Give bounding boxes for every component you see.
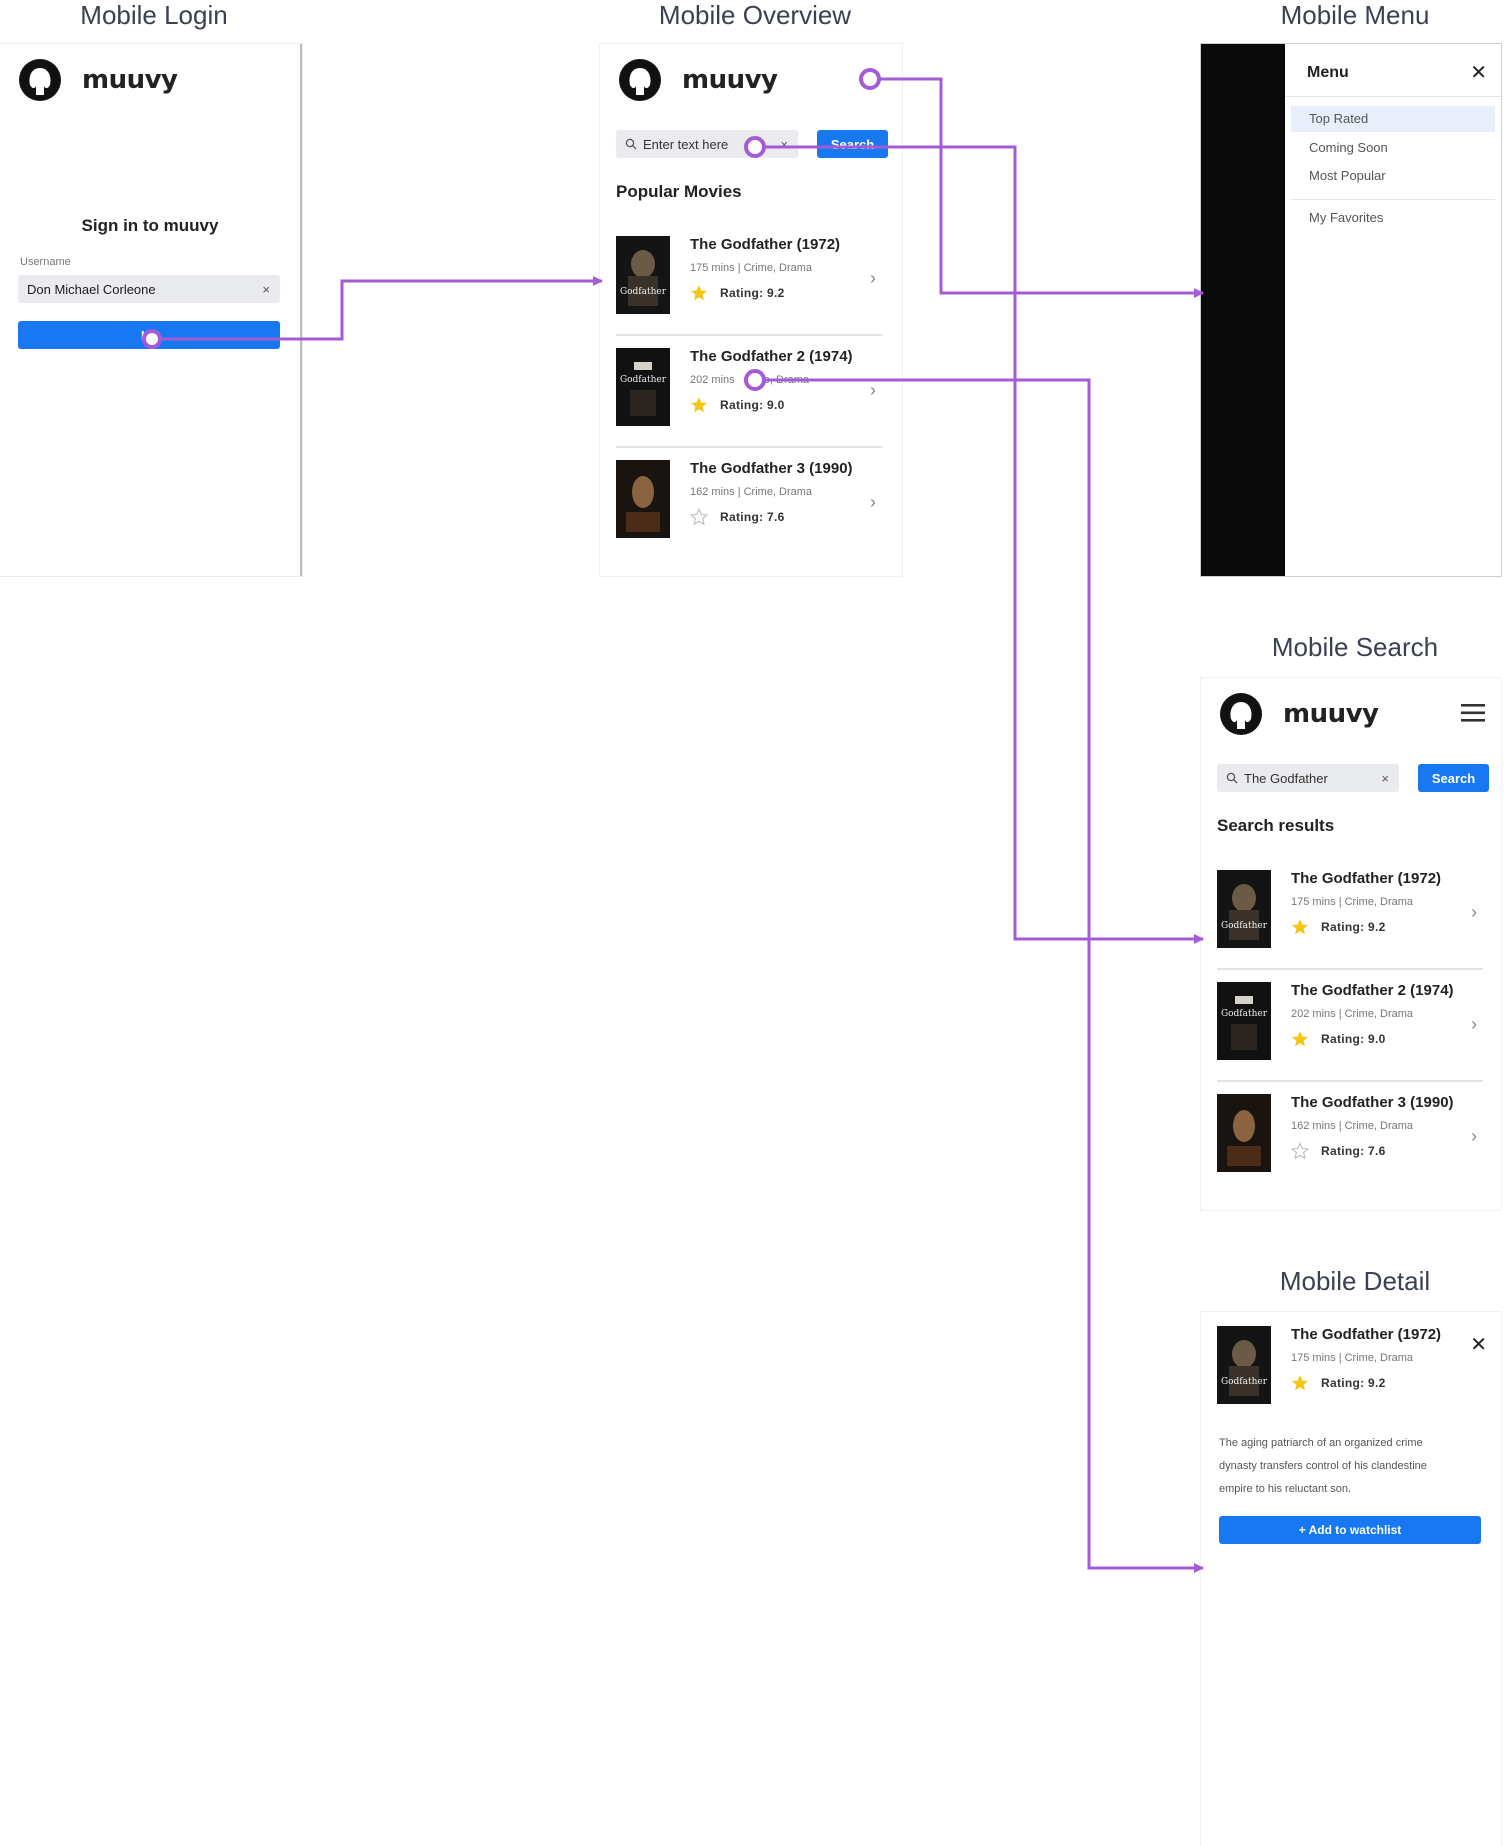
connector-login-to-overview: [152, 276, 603, 341]
connector-node: [744, 369, 766, 391]
connector-node: [142, 329, 162, 349]
connector-node: [859, 68, 881, 90]
connector-row-to-detail: [755, 378, 1204, 1573]
flow-connectors: [142, 68, 1204, 1573]
connector-node: [744, 136, 766, 158]
connector-menu-to-menu-screen: [870, 77, 1204, 298]
connector-search-to-search-screen: [755, 145, 1204, 944]
